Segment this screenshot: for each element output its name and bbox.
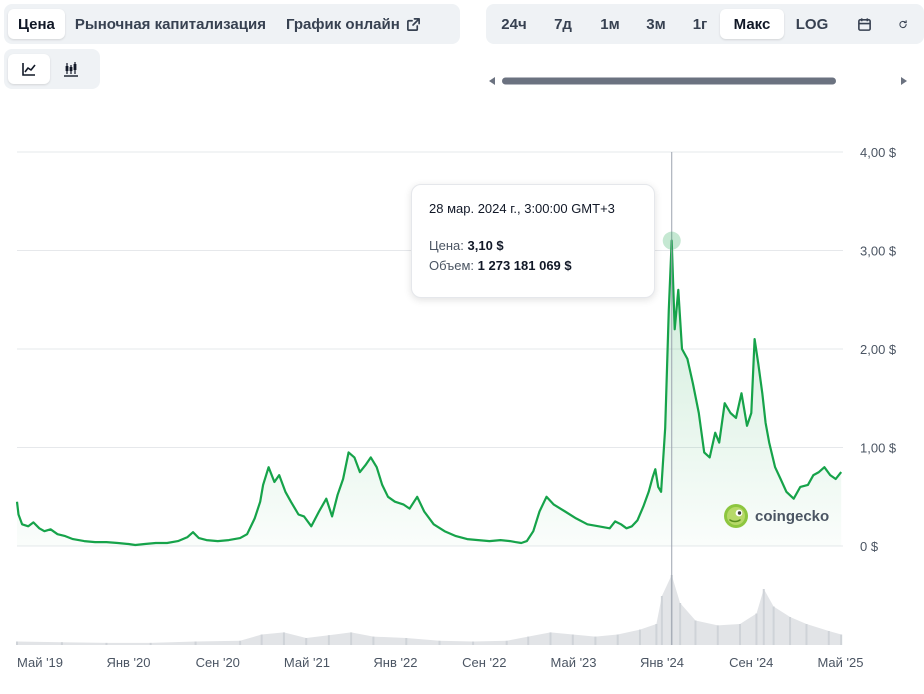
range-scrollbar[interactable] [486, 74, 910, 88]
volume-bar [105, 642, 108, 645]
volume-bar [739, 624, 742, 645]
volume-bar [716, 625, 719, 645]
volume-bar [350, 632, 353, 645]
x-tick-label: Сен '20 [196, 655, 240, 670]
candlestick-icon [64, 62, 78, 77]
gecko-logo-icon [724, 504, 748, 528]
x-tick-label: Май '23 [551, 655, 597, 670]
volume-bar [527, 636, 530, 645]
x-axis-labels: Май '19 Янв '20 Сен '20 Май '21 Янв '22 Сен '… [17, 655, 863, 670]
line-chart-button[interactable] [8, 54, 50, 84]
x-tick-label: Янв '20 [106, 655, 150, 670]
volume-bar [16, 641, 18, 645]
external-link-icon [406, 17, 420, 31]
volume-bar [260, 634, 263, 645]
tooltip-volume-row: Объем: 1 273 181 069 $ [429, 258, 637, 273]
range-3m[interactable]: 3м [632, 9, 680, 39]
calendar-icon [857, 17, 871, 31]
tooltip-volume-value: 1 273 181 069 $ [477, 258, 572, 273]
volume-bar [789, 617, 792, 645]
chart-type-toggle [4, 49, 100, 89]
volume-bar [840, 634, 843, 645]
refresh-icon [899, 19, 907, 28]
volume-bar [679, 603, 682, 645]
y-tick-label: 2,00 $ [860, 342, 897, 357]
time-range-selector: 24ч 7д 1м 3м 1г Макс LOG [486, 4, 924, 44]
x-tick-label: Сен '24 [729, 655, 773, 670]
x-tick-label: Май '19 [17, 655, 63, 670]
tooltip-price-label: Цена: [429, 238, 464, 253]
x-tick-label: Янв '22 [373, 655, 417, 670]
volume-bar [571, 634, 574, 645]
volume-bar [660, 596, 663, 645]
volume-bar [505, 640, 508, 645]
coingecko-watermark: coingecko [723, 503, 829, 529]
volume-bar [305, 638, 308, 645]
tooltip-price-value: 3,10 $ [467, 238, 504, 253]
tooltip-date: 28 мар. 2024 г., 3:00:00 GMT+3 [429, 201, 615, 216]
y-tick-label: 0 $ [860, 539, 879, 554]
volume-bar [762, 589, 765, 645]
range-24h[interactable]: 24ч [490, 9, 538, 39]
volume-bar [194, 641, 197, 645]
volume-bar [638, 629, 641, 645]
tab-market-cap[interactable]: Рыночная капитализация [65, 9, 276, 39]
range-max[interactable]: Макс [720, 9, 784, 39]
x-tick-label: Май '25 [817, 655, 863, 670]
tooltip-price-row: Цена: 3,10 $ [429, 238, 637, 253]
scroll-left-arrow[interactable] [489, 77, 495, 85]
brand-name: coingecko [755, 507, 830, 525]
volume-bar [438, 640, 441, 645]
crosshair-point [662, 231, 681, 250]
scroll-thumb[interactable] [502, 77, 836, 85]
y-axis-labels: 0 $ 1,00 $ 2,00 $ 3,00 $ 4,00 $ [860, 145, 897, 554]
calendar-button[interactable] [840, 9, 888, 39]
volume-bar [472, 641, 475, 645]
tooltip-volume-label: Объем: [429, 258, 475, 273]
chart-tooltip: 28 мар. 2024 г., 3:00:00 GMT+3 Цена: 3,1… [411, 184, 655, 298]
volume-bar [405, 638, 408, 645]
range-7d[interactable]: 7д [538, 9, 588, 39]
volume-bar [372, 636, 375, 645]
volume-bar [827, 631, 830, 645]
volume-bar [694, 620, 697, 645]
range-1y[interactable]: 1г [680, 9, 720, 39]
candlestick-button[interactable] [50, 54, 92, 84]
volume-bar [149, 642, 152, 645]
volume-bar [616, 634, 619, 645]
volume-bar [282, 632, 285, 645]
volume-bars [16, 575, 843, 645]
volume-bar [805, 624, 808, 645]
tab-live-chart[interactable]: График онлайн [276, 9, 431, 39]
volume-bar [60, 642, 63, 645]
tab-live-chart-label: График онлайн [285, 15, 400, 33]
volume-bar [239, 640, 242, 645]
scroll-right-arrow[interactable] [901, 77, 907, 85]
y-tick-label: 1,00 $ [860, 441, 897, 456]
refresh-button[interactable] [888, 9, 918, 39]
range-1m[interactable]: 1м [588, 9, 632, 39]
tab-price[interactable]: Цена [8, 9, 65, 39]
volume-bar [327, 635, 330, 645]
volume-bar [772, 606, 775, 645]
x-tick-label: Сен '22 [462, 655, 506, 670]
range-log[interactable]: LOG [784, 9, 840, 39]
x-tick-label: Май '21 [284, 655, 330, 670]
volume-bar [655, 624, 658, 645]
line-chart-icon [22, 63, 36, 76]
metric-tabs: Цена Рыночная капитализация График онлай… [4, 4, 460, 44]
x-tick-label: Янв '24 [640, 655, 684, 670]
y-tick-label: 4,00 $ [860, 145, 897, 160]
volume-bar [755, 613, 758, 645]
y-tick-label: 3,00 $ [860, 244, 897, 259]
volume-bar [594, 636, 597, 645]
volume-bar [549, 632, 552, 645]
